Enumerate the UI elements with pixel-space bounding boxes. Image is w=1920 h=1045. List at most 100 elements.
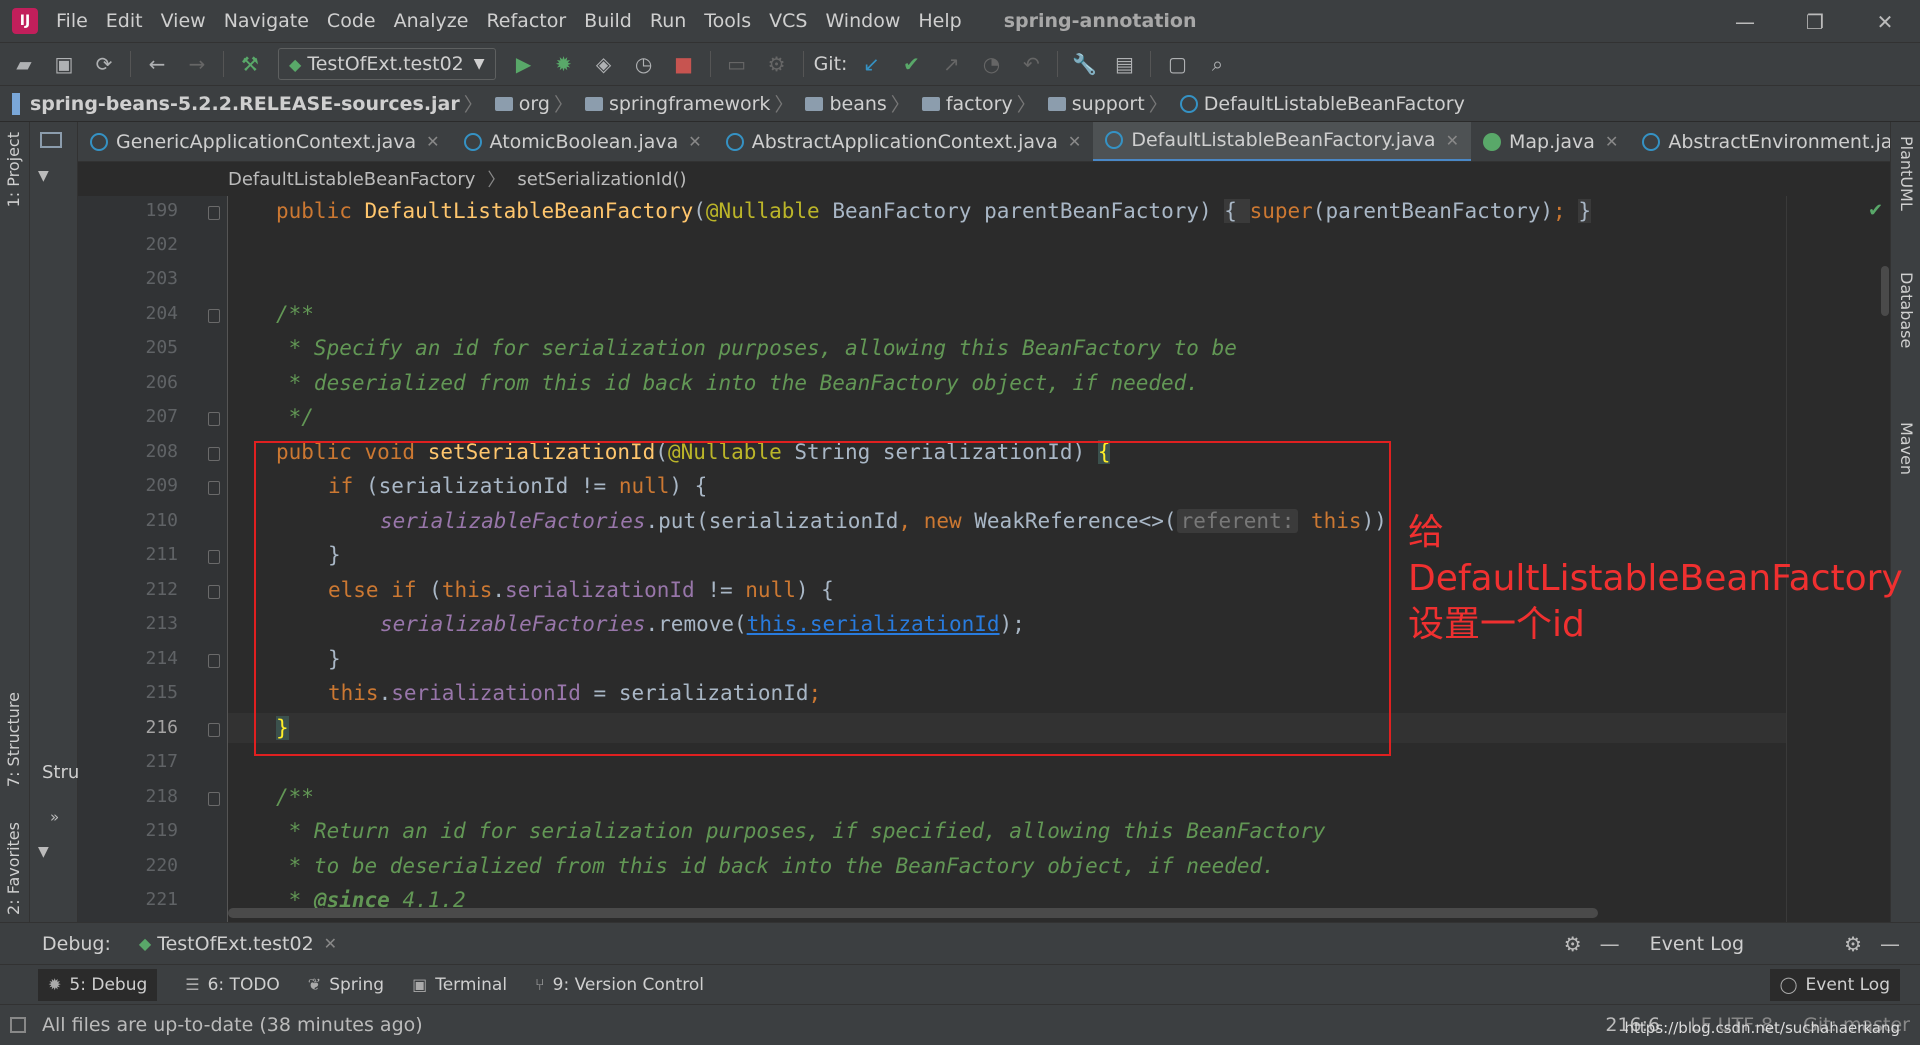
- menu-run[interactable]: Run: [650, 10, 686, 32]
- tab-abstract-environment[interactable]: AbstractEnvironment.java ✕: [1630, 122, 1890, 161]
- tab-default-listable-bean-factory[interactable]: DefaultListableBeanFactory.java ✕: [1093, 122, 1471, 161]
- git-commit-icon[interactable]: ✔: [895, 48, 927, 80]
- scroll-thumb[interactable]: [1881, 266, 1889, 316]
- close-tab-icon[interactable]: ✕: [1605, 132, 1618, 151]
- device-icon[interactable]: ▭: [721, 48, 753, 80]
- gear-icon[interactable]: ⚙: [1564, 932, 1582, 956]
- fold-marker-icon[interactable]: [208, 550, 220, 564]
- fold-marker-icon[interactable]: [208, 723, 220, 737]
- project-tool-tab[interactable]: 1: Project: [4, 132, 23, 207]
- close-icon[interactable]: ✕: [1850, 0, 1920, 43]
- git-push-icon[interactable]: ↗: [935, 48, 967, 80]
- menu-build[interactable]: Build: [584, 10, 632, 32]
- open-folder-icon[interactable]: ▰: [8, 48, 40, 80]
- menu-analyze[interactable]: Analyze: [394, 10, 469, 32]
- line-number: 203: [145, 268, 178, 289]
- git-update-icon[interactable]: ↙: [855, 48, 887, 80]
- fold-marker-icon[interactable]: [208, 481, 220, 495]
- tool-tab-terminal[interactable]: ▣ Terminal: [412, 975, 507, 995]
- breadcrumb-beans[interactable]: beans 〉: [797, 90, 913, 117]
- build-hammer-icon[interactable]: ⚒: [234, 48, 266, 80]
- menu-view[interactable]: View: [161, 10, 206, 32]
- favorites-tool-tab[interactable]: 2: Favorites: [4, 822, 23, 915]
- minimize-icon[interactable]: —: [1710, 0, 1780, 43]
- fold-marker-icon[interactable]: [208, 585, 220, 599]
- menu-edit[interactable]: Edit: [106, 10, 143, 32]
- menu-vcs[interactable]: VCS: [769, 10, 807, 32]
- git-history-icon[interactable]: ◔: [975, 48, 1007, 80]
- menu-file[interactable]: File: [56, 10, 88, 32]
- horizontal-scrollbar[interactable]: [228, 908, 1598, 918]
- search-icon[interactable]: ⌕: [1201, 48, 1233, 80]
- close-tab-icon[interactable]: ✕: [426, 132, 439, 151]
- breadcrumb-factory[interactable]: factory 〉: [914, 90, 1040, 117]
- back-icon[interactable]: ←: [141, 48, 173, 80]
- breadcrumb-jar[interactable]: spring-beans-5.2.2.RELEASE-sources.jar: [0, 92, 460, 115]
- debug-bug-icon[interactable]: ✹: [548, 48, 580, 80]
- close-tab-icon[interactable]: ✕: [324, 934, 337, 953]
- expand-arrow-icon[interactable]: ▼: [38, 168, 49, 184]
- structure-tool-tab[interactable]: 7: Structure: [4, 692, 23, 787]
- fold-marker-icon[interactable]: [208, 206, 220, 220]
- chevron-right-icon: 〉: [487, 170, 506, 191]
- menu-code[interactable]: Code: [327, 10, 376, 32]
- tool-tab-spring[interactable]: ❦ Spring: [308, 975, 384, 995]
- minimize-panel-icon[interactable]: —: [1880, 932, 1900, 956]
- save-icon[interactable]: ▣: [48, 48, 80, 80]
- close-tab-icon[interactable]: ✕: [688, 132, 701, 151]
- breadcrumb-class[interactable]: DefaultListableBeanFactory: [1172, 93, 1465, 115]
- minimize-panel-icon[interactable]: —: [1600, 932, 1620, 956]
- fold-marker-icon[interactable]: [208, 792, 220, 806]
- project-structure-icon[interactable]: ▤: [1108, 48, 1140, 80]
- tool-tab-todo[interactable]: ☰ 6: TODO: [185, 975, 280, 995]
- sync-icon[interactable]: ⟳: [88, 48, 120, 80]
- forward-icon[interactable]: →: [181, 48, 213, 80]
- plantuml-tool-tab[interactable]: PlantUML: [1897, 136, 1916, 211]
- tab-generic-application-context[interactable]: GenericApplicationContext.java ✕: [78, 122, 452, 161]
- editor-breadcrumb-class[interactable]: DefaultListableBeanFactory: [228, 169, 475, 190]
- terminal-window-icon[interactable]: ▢: [1161, 48, 1193, 80]
- menu-navigate[interactable]: Navigate: [224, 10, 309, 32]
- folded-code-block[interactable]: {: [1224, 199, 1250, 223]
- double-chevron-icon[interactable]: »: [50, 808, 59, 826]
- editor-tabs: GenericApplicationContext.java ✕ AtomicB…: [78, 122, 1890, 162]
- settings-wrench-icon[interactable]: 🔧: [1068, 48, 1100, 80]
- stop-icon[interactable]: ■: [668, 48, 700, 80]
- fold-marker-icon[interactable]: [208, 309, 220, 323]
- expand-arrow-icon[interactable]: ▼: [38, 844, 49, 860]
- menu-help[interactable]: Help: [918, 10, 961, 32]
- close-tab-icon[interactable]: ✕: [1446, 131, 1459, 150]
- breadcrumb-springframework[interactable]: springframework 〉: [577, 90, 798, 117]
- gear-icon[interactable]: ⚙: [1844, 932, 1862, 956]
- maven-tool-tab[interactable]: Maven: [1897, 422, 1916, 475]
- breadcrumb-support[interactable]: support 〉: [1040, 90, 1172, 117]
- coverage-icon[interactable]: ◈: [588, 48, 620, 80]
- menu-tools[interactable]: Tools: [704, 10, 751, 32]
- restore-icon[interactable]: ❐: [1780, 0, 1850, 43]
- panel-layout-icon[interactable]: [40, 132, 62, 148]
- fold-marker-icon[interactable]: [208, 447, 220, 461]
- run-icon[interactable]: ▶: [508, 48, 540, 80]
- class-icon: [725, 132, 744, 151]
- tab-atomic-boolean[interactable]: AtomicBoolean.java ✕: [452, 122, 714, 161]
- menu-window[interactable]: Window: [825, 10, 900, 32]
- status-square-icon[interactable]: [10, 1017, 26, 1033]
- profile-icon[interactable]: ◷: [628, 48, 660, 80]
- close-tab-icon[interactable]: ✕: [1068, 132, 1081, 151]
- tab-map[interactable]: Map.java ✕: [1471, 122, 1630, 161]
- breadcrumb-org[interactable]: org 〉: [487, 90, 577, 117]
- fold-marker-icon[interactable]: [208, 412, 220, 426]
- tool-tab-version-control[interactable]: ⑂ 9: Version Control: [535, 975, 704, 995]
- debug-session-tab[interactable]: TestOfExt.test02: [157, 933, 313, 955]
- editor-breadcrumb-method[interactable]: setSerializationId(): [517, 169, 686, 190]
- database-tool-tab[interactable]: Database: [1897, 272, 1916, 348]
- attach-icon[interactable]: ⚙: [761, 48, 793, 80]
- tool-tab-event-log[interactable]: ◯ Event Log: [1769, 968, 1900, 1001]
- tool-tab-debug[interactable]: ✹ 5: Debug: [38, 968, 158, 1001]
- folded-code-block[interactable]: }: [1578, 199, 1591, 223]
- fold-marker-icon[interactable]: [208, 654, 220, 668]
- tab-abstract-application-context[interactable]: AbstractApplicationContext.java ✕: [714, 122, 1094, 161]
- run-config-select[interactable]: ◆ TestOfExt.test02 ▼: [278, 48, 496, 80]
- menu-refactor[interactable]: Refactor: [486, 10, 566, 32]
- git-rollback-icon[interactable]: ↶: [1015, 48, 1047, 80]
